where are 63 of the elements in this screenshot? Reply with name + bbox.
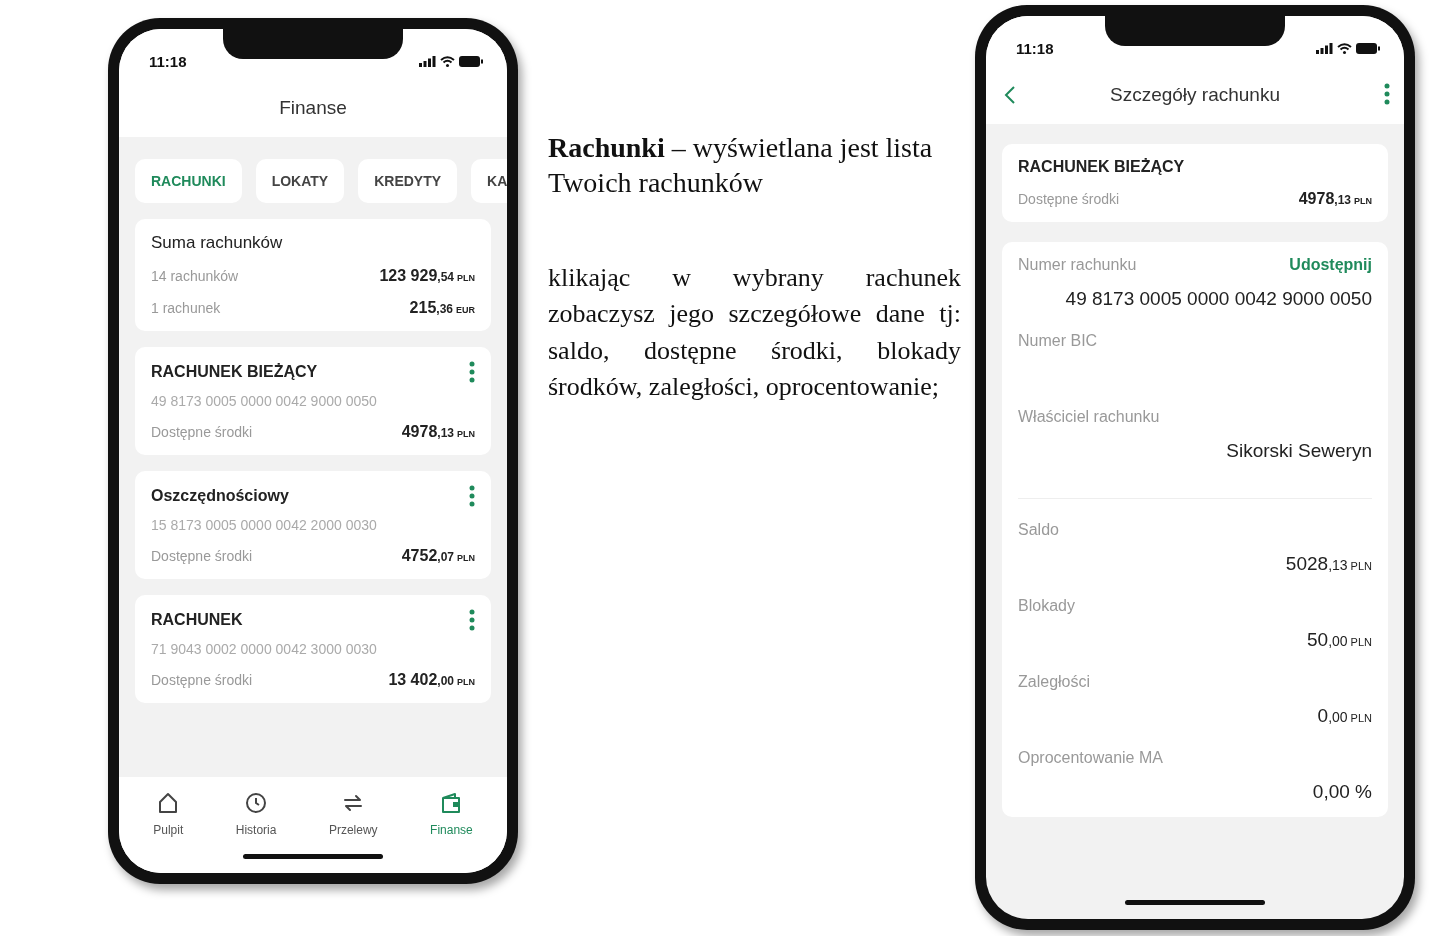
amount: 215,36 EUR — [409, 299, 475, 317]
summary-title: Suma rachunków — [151, 233, 283, 253]
field-value: 0,00 % — [1311, 781, 1372, 803]
field-value: 49 8173 0005 0000 0042 9000 0050 — [1064, 288, 1372, 310]
back-icon[interactable] — [1004, 85, 1016, 105]
field-label: Oprocentowanie MA — [1018, 749, 1163, 767]
field-amount: 5028,13 PLN — [1284, 553, 1372, 575]
category-tab[interactable]: RACHUNKI — [135, 159, 242, 203]
screen-title: Finanse — [279, 97, 347, 119]
status-time: 11:18 — [149, 52, 187, 70]
field-label: Blokady — [1018, 597, 1075, 615]
available-funds-label: Dostępne środki — [151, 672, 253, 688]
nav-tab[interactable]: Przelewy — [328, 791, 378, 837]
available-funds-label: Dostępne środki — [1018, 191, 1120, 207]
more-icon[interactable] — [469, 485, 475, 507]
status-time: 11:18 — [1016, 39, 1054, 57]
amount: 123 929,54 PLN — [379, 267, 475, 285]
more-icon[interactable] — [469, 361, 475, 383]
battery-icon — [1356, 42, 1380, 54]
field-label: Zaległości — [1018, 673, 1091, 691]
share-link[interactable]: Udostępnij — [1289, 256, 1372, 274]
nav-tab[interactable]: Finanse — [430, 791, 473, 837]
amount: 13 402,00 PLN — [388, 671, 475, 689]
field-label: Numer BIC — [1018, 332, 1098, 350]
more-icon[interactable] — [1384, 83, 1390, 105]
amount: 4978,13 PLN — [1298, 190, 1372, 208]
signal-icon — [1316, 42, 1333, 54]
nav-tab[interactable]: Historia — [235, 791, 277, 837]
account-name: RACHUNEK BIEŻĄCY — [151, 363, 318, 381]
battery-icon — [459, 55, 483, 67]
account-name: RACHUNEK BIEŻĄCY — [1018, 158, 1185, 176]
available-funds-label: Dostępne środki — [151, 548, 253, 564]
wifi-icon — [1337, 42, 1352, 54]
field-label: Saldo — [1018, 521, 1059, 539]
caption-text: Rachunki – wyświetlana jest lista Twoich rachunków — [548, 131, 934, 200]
account-number: 49 8173 0005 0000 0042 9000 0050 — [151, 393, 378, 409]
account-number: 71 9043 0002 0000 0042 3000 0030 — [151, 641, 378, 657]
field-value: Sikorski Seweryn — [1225, 440, 1372, 462]
category-tab[interactable]: LOKATY — [255, 159, 345, 203]
account-card[interactable]: RACHUNEK BIEŻĄCY 49 8173 0005 0000 0042 9000 0050 Dostępne środki 4978,13 PLN — [135, 347, 491, 455]
history-icon — [244, 791, 269, 815]
screen-title: Szczegóły rachunku — [1109, 84, 1280, 106]
account-count: 1 rachunek — [151, 300, 221, 316]
wifi-icon — [440, 55, 455, 67]
account-card[interactable]: RACHUNEK 71 9043 0002 0000 0042 3000 0030 Dostępne środki 13 402,00 PLN — [135, 595, 491, 703]
field-label: Numer rachunku — [1018, 256, 1137, 274]
account-card[interactable]: Oszczędnościowy 15 8173 0005 0000 0042 2000 0030 Dostępne środki 4752,07 PLN — [135, 471, 491, 579]
field-label: Właściciel rachunku — [1018, 408, 1160, 426]
account-count: 14 rachunków — [151, 268, 239, 284]
account-number: 15 8173 0005 0000 0042 2000 0030 — [151, 517, 378, 533]
description-text: klikając w wybrany rachunek zobaczysz jego szczegółowe dane tj: saldo, dostępne środki, blokady środków, zaległości, oprocentowanie; — [548, 262, 961, 404]
account-name: Oszczędnościowy — [151, 487, 289, 505]
amount: 4752,07 PLN — [401, 547, 475, 565]
category-tab[interactable]: KREDYTY — [358, 159, 458, 203]
field-amount: 50,00 PLN — [1306, 629, 1372, 651]
amount: 4978,13 PLN — [401, 423, 475, 441]
field-amount: 0,00 PLN — [1316, 705, 1372, 727]
category-tab[interactable]: KA — [471, 159, 507, 203]
signal-icon — [419, 55, 436, 67]
nav-tab[interactable]: Pulpit — [153, 791, 184, 837]
more-icon[interactable] — [469, 609, 475, 631]
account-name: RACHUNEK — [151, 611, 243, 629]
available-funds-label: Dostępne środki — [151, 424, 253, 440]
